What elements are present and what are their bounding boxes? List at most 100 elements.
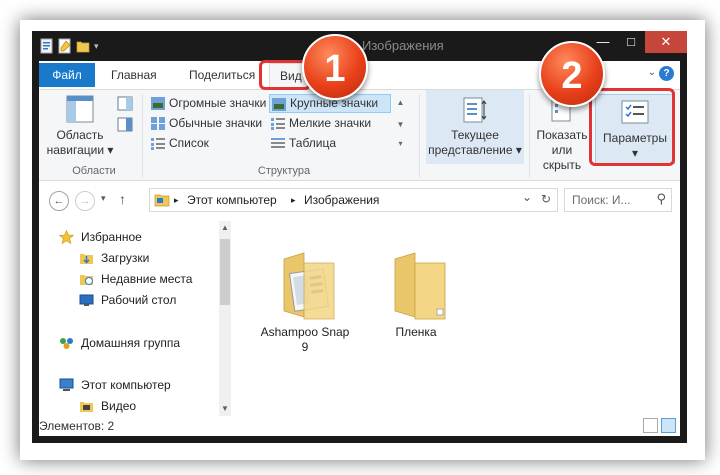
file-item[interactable]: Пленка bbox=[366, 251, 466, 340]
scroll-down-arrow[interactable]: ▼ bbox=[219, 404, 231, 413]
recent-locations-button[interactable]: ▾ bbox=[101, 193, 106, 204]
breadcrumb-pictures[interactable]: Изображения bbox=[304, 193, 379, 207]
huge-icons-icon bbox=[151, 97, 165, 110]
item-count: Элементов: 2 bbox=[39, 419, 115, 433]
large-icons-icon bbox=[272, 98, 286, 111]
pictures-folder-icon bbox=[154, 194, 170, 207]
file-item[interactable]: Ashampoo Snap 9 bbox=[255, 251, 355, 355]
nav-favorites[interactable]: Избранное bbox=[59, 228, 142, 246]
layout-small-icons-label: Мелкие значки bbox=[289, 116, 372, 130]
maximize-button[interactable]: □ bbox=[617, 31, 645, 53]
details-icon bbox=[271, 138, 285, 148]
layout-scroll-down[interactable]: ▼ bbox=[394, 120, 407, 129]
nav-homegroup-label: Домашняя группа bbox=[81, 336, 181, 350]
tab-home[interactable]: Главная bbox=[101, 63, 167, 87]
file-name: Ashampoo Snap bbox=[260, 325, 350, 339]
layout-normal-icons[interactable]: Обычные значки bbox=[149, 114, 269, 133]
star-icon bbox=[59, 230, 74, 244]
up-button[interactable]: ↑ bbox=[119, 191, 126, 207]
refresh-icon[interactable]: ↻ bbox=[541, 192, 551, 206]
properties-icon[interactable] bbox=[40, 38, 54, 54]
downloads-icon bbox=[80, 254, 93, 264]
large-icons-view-toggle-icon[interactable] bbox=[661, 418, 676, 433]
current-view-icon bbox=[463, 97, 487, 123]
current-view-button[interactable]: Текущее представление ▾ bbox=[426, 90, 524, 164]
file-name: 9 bbox=[301, 340, 309, 354]
close-button[interactable]: ✕ bbox=[645, 31, 687, 53]
tab-share[interactable]: Поделиться bbox=[179, 63, 265, 87]
nav-downloads[interactable]: Загрузки bbox=[79, 249, 149, 267]
layout-more-icon[interactable]: ▾ bbox=[394, 139, 407, 148]
layout-small-icons[interactable]: Мелкие значки bbox=[269, 114, 391, 133]
nav-this-pc[interactable]: Этот компьютер bbox=[59, 376, 171, 394]
scroll-up-arrow[interactable]: ▲ bbox=[219, 223, 231, 232]
help-icon[interactable]: ? bbox=[659, 66, 674, 81]
nav-video-label: Видео bbox=[101, 399, 137, 413]
layout-huge-icons-label: Огромные значки bbox=[169, 96, 267, 110]
search-icon[interactable]: ⚲ bbox=[656, 191, 666, 207]
group-label-layout: Структура bbox=[257, 165, 311, 177]
small-icons-icon bbox=[271, 118, 285, 130]
ribbon-separator bbox=[529, 94, 530, 178]
folder-icon bbox=[394, 252, 446, 320]
step-badge-1: 1 bbox=[302, 34, 368, 100]
layout-list[interactable]: Список bbox=[149, 134, 269, 153]
navigation-pane: Избранное Загрузки Недавние места Рабочи… bbox=[39, 221, 232, 416]
breadcrumb-this-pc[interactable]: Этот компьютер bbox=[187, 193, 277, 207]
nav-recent-places[interactable]: Недавние места bbox=[79, 270, 192, 288]
folder-icon[interactable] bbox=[76, 38, 90, 54]
customize-toolbar-icon[interactable]: ▾ bbox=[94, 38, 108, 54]
new-folder-icon[interactable] bbox=[58, 38, 72, 54]
nav-video[interactable]: Видео bbox=[79, 397, 136, 415]
navigation-pane-icon bbox=[66, 95, 94, 123]
show-hide-button[interactable]: Показать или скрыть bbox=[531, 96, 593, 173]
navigation-pane-button[interactable]: Область навигации ▾ bbox=[45, 94, 115, 158]
ribbon-separator bbox=[419, 94, 420, 178]
nav-desktop-label: Рабочий стол bbox=[101, 293, 177, 307]
step-badge-2: 2 bbox=[539, 41, 605, 107]
show-hide-label-1: Показать bbox=[536, 128, 588, 142]
ribbon-separator bbox=[142, 94, 143, 178]
list-icon bbox=[151, 138, 165, 150]
desktop-icon bbox=[79, 294, 94, 306]
quick-access-toolbar: ▾ bbox=[40, 38, 108, 54]
layout-scroll-up[interactable]: ▲ bbox=[394, 98, 407, 107]
nav-desktop[interactable]: Рабочий стол bbox=[79, 291, 176, 309]
breadcrumb-separator[interactable]: ▸ bbox=[174, 195, 179, 206]
details-pane-icon[interactable] bbox=[117, 117, 133, 135]
content-area: Избранное Загрузки Недавние места Рабочи… bbox=[39, 221, 680, 416]
file-name: Пленка bbox=[395, 325, 437, 339]
layout-huge-icons[interactable]: Огромные значки bbox=[149, 94, 269, 113]
current-view-label-1: Текущее bbox=[451, 128, 499, 142]
details-view-toggle-icon[interactable] bbox=[643, 418, 658, 433]
navigation-pane-label-1: Область bbox=[56, 128, 104, 142]
normal-icons-icon bbox=[151, 117, 165, 130]
breadcrumb-separator[interactable]: ▸ bbox=[291, 195, 296, 206]
nav-pane-scrollbar[interactable]: ▲ ▼ bbox=[219, 221, 231, 416]
layout-list-label: Список bbox=[169, 136, 209, 150]
status-bar: Элементов: 2 bbox=[39, 416, 680, 436]
address-dropdown-icon[interactable]: ⌄ bbox=[522, 190, 532, 204]
search-placeholder: Поиск: И... bbox=[572, 193, 631, 207]
window-title: Изображения bbox=[362, 38, 444, 53]
search-input[interactable]: Поиск: И... ⚲ bbox=[564, 188, 672, 212]
preview-pane-icon[interactable] bbox=[117, 96, 133, 114]
group-label-panes: Области bbox=[72, 165, 116, 177]
forward-button[interactable]: → bbox=[75, 191, 95, 211]
nav-favorites-label: Избранное bbox=[81, 230, 142, 244]
layout-details[interactable]: Таблица bbox=[269, 134, 391, 153]
nav-downloads-label: Загрузки bbox=[101, 251, 150, 265]
video-folder-icon bbox=[80, 402, 93, 412]
layout-details-label: Таблица bbox=[289, 136, 337, 150]
homegroup-icon bbox=[60, 338, 73, 349]
nav-homegroup[interactable]: Домашняя группа bbox=[59, 334, 180, 352]
address-bar[interactable]: ▸ Этот компьютер ▸ Изображения ⌄ ↻ bbox=[149, 188, 558, 212]
back-button[interactable]: ← bbox=[49, 191, 69, 211]
scroll-thumb[interactable] bbox=[220, 239, 230, 305]
tab-file[interactable]: Файл bbox=[39, 63, 95, 87]
navigation-pane-label-2: навигации ▾ bbox=[46, 143, 114, 157]
ribbon-collapse-icon[interactable]: ⌄ bbox=[648, 67, 656, 78]
recent-places-icon bbox=[80, 275, 93, 285]
current-view-label-2: представление ▾ bbox=[428, 143, 522, 157]
highlight-options-button bbox=[589, 88, 675, 166]
